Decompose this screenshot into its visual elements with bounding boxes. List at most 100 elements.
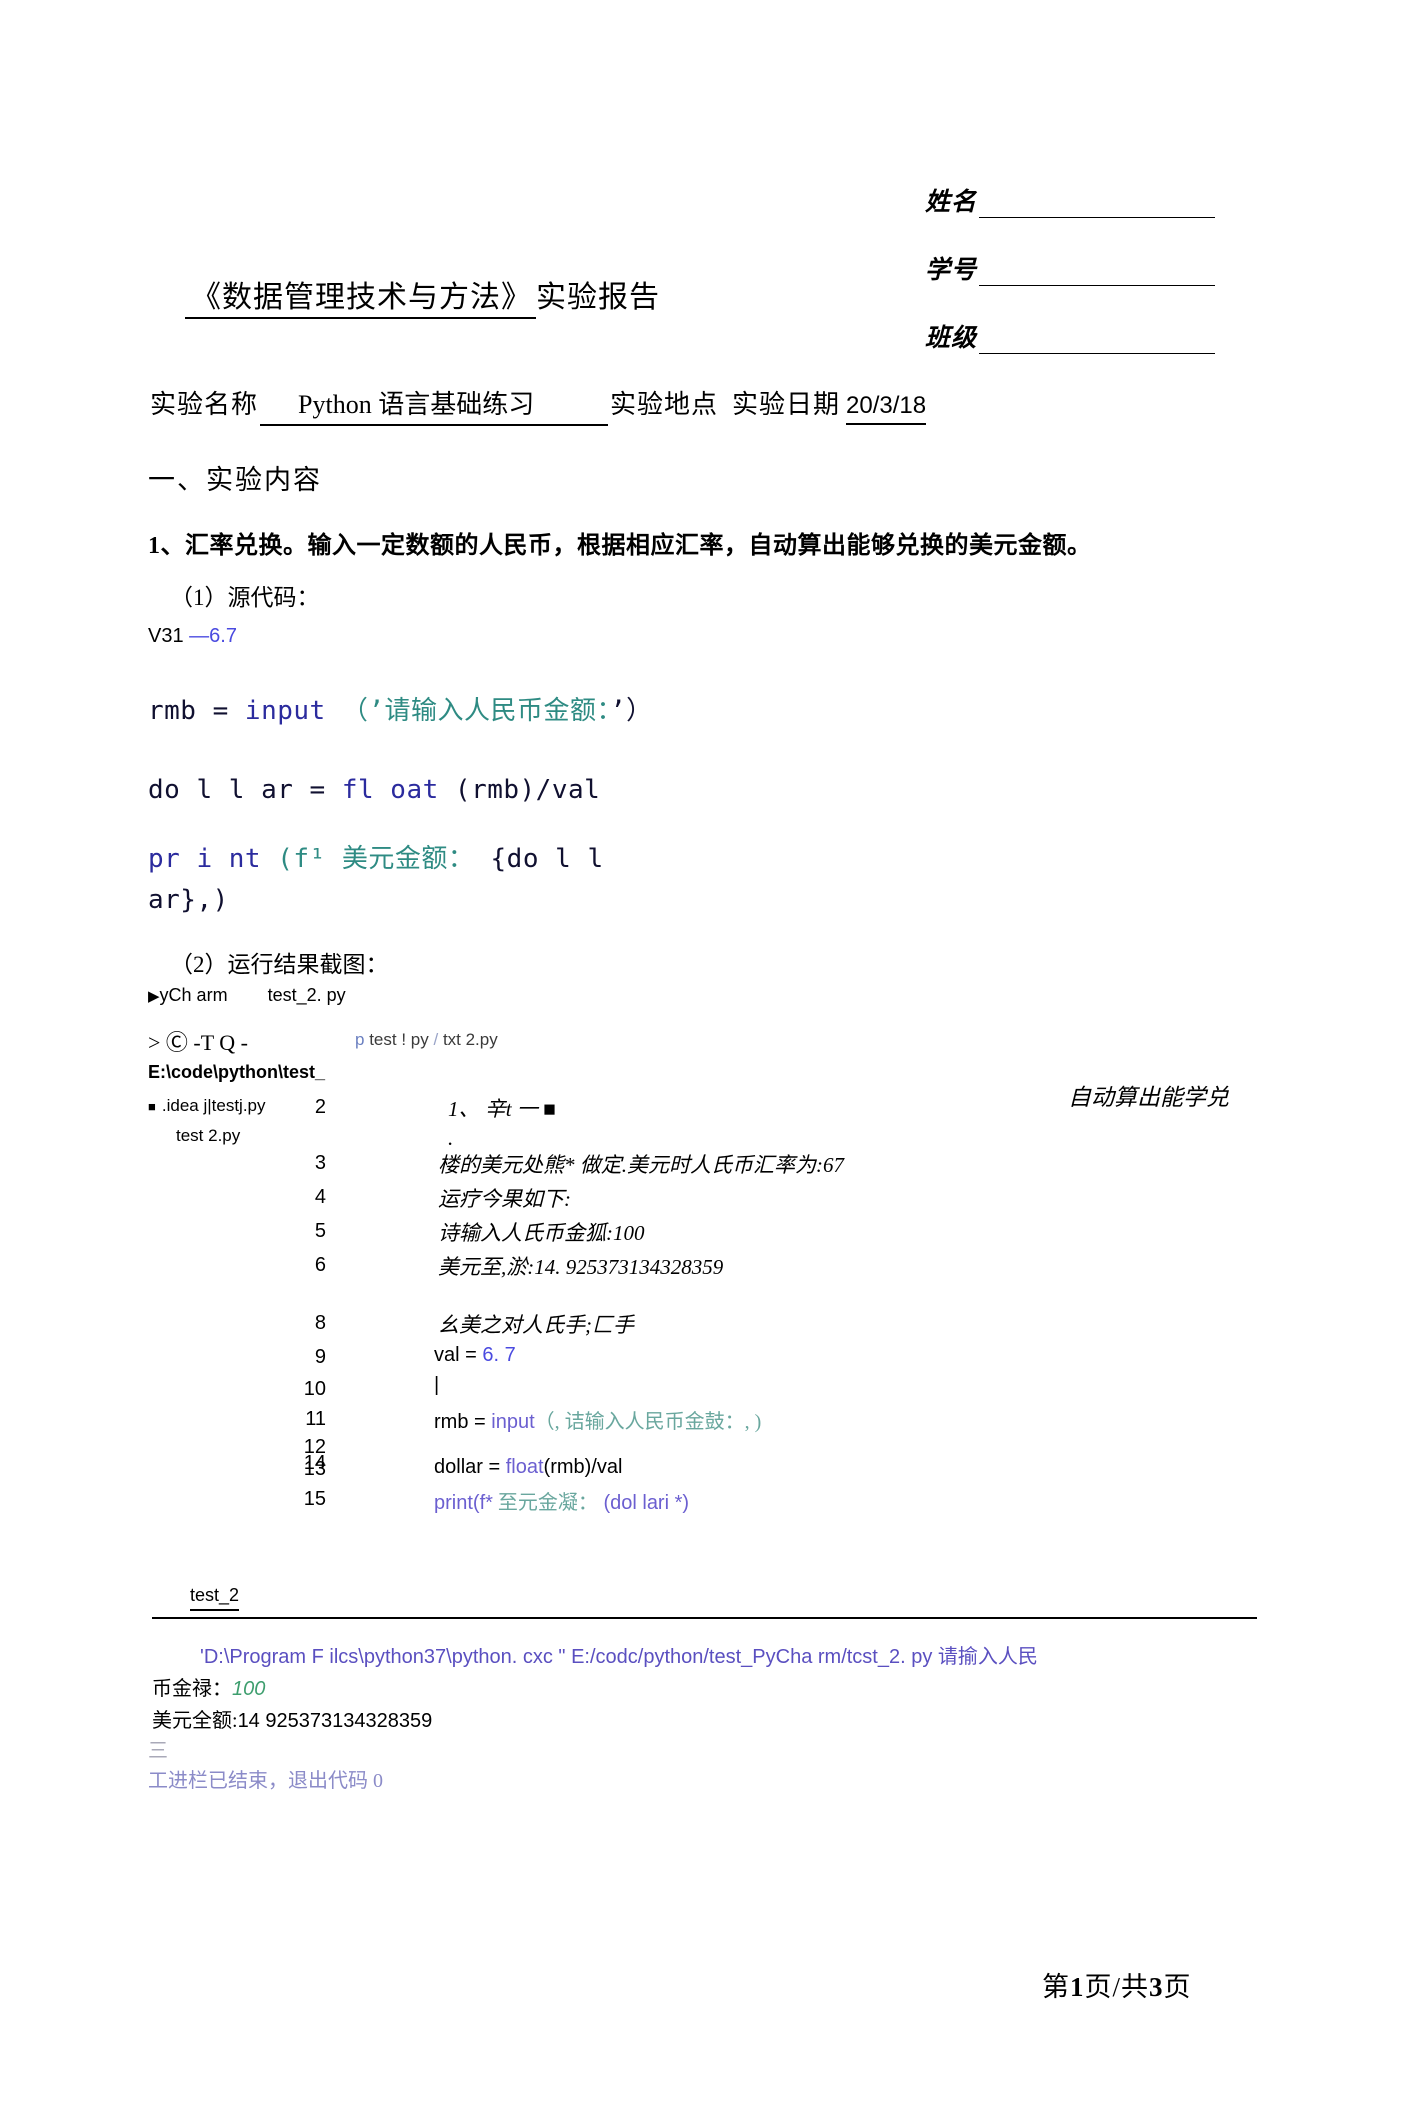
experiment-name-value[interactable]: Python 语言基础练习 (260, 384, 609, 426)
editor-line-number: 8 (314, 1312, 326, 1334)
header-fields: 姓名 学号 班级 (925, 182, 1215, 386)
console-divider (152, 1617, 1257, 1619)
breadcrumb-mid: test ! py (369, 1030, 429, 1049)
editor-line-number: 13 (303, 1458, 326, 1480)
console-output-line: 美元全额:14 925373134328359 (152, 1704, 432, 1733)
editor-line-text: dollar = float(rmb)/val (434, 1456, 622, 1479)
editor-line-number: 5 (314, 1220, 326, 1242)
source-code-line-2-keyword: fl oat (341, 775, 439, 805)
editor-line-text: 楼的美元处熊* 做定.美元时人氏币汇率为:67 (438, 1153, 844, 1177)
source-code-line-3-e: {do l l (474, 844, 604, 874)
console-output-label: 美元全额: (152, 1710, 238, 1732)
header-field-studentid-blank[interactable] (979, 263, 1215, 286)
ide-tab-line: ▶yCh arm test_2. py (148, 985, 346, 1006)
header-field-name: 姓名 (925, 182, 1215, 218)
source-code-line-3-string: 美元金额： (341, 844, 475, 874)
console-command-line: 'D:\Program F ilcs\python37\python. cxc … (200, 1640, 1038, 1669)
editor-line-number: 11 (305, 1408, 326, 1430)
experiment-date-value[interactable]: 20/3/18 (846, 392, 927, 425)
source-v31-value: —6.7 (189, 625, 237, 647)
source-code-line-3-cont-text: ar},) (148, 885, 229, 915)
header-field-name-blank[interactable] (979, 195, 1215, 218)
breadcrumb-separator: / (433, 1030, 439, 1049)
source-code-line-1: rmb = input （’请输入人民币金额：’） (148, 690, 653, 727)
editor-line-text: print(f* 至元金凝： (dol lari *) (434, 1486, 689, 1515)
source-code-line-1-c: （’ (325, 696, 385, 726)
console-input-label: 币金禄： (152, 1678, 232, 1700)
editor-float-keyword: float (505, 1456, 544, 1478)
editor-caret: | (434, 1374, 440, 1396)
editor-line-number: 4 (314, 1186, 326, 1208)
play-arrow-icon[interactable]: ▶ (148, 988, 160, 1005)
source-code-line-3-keyword: pr i nt (148, 844, 262, 874)
header-field-class-label: 班级 (925, 325, 978, 352)
task-item-1-sub-screenshot: （2）运行结果截图： (170, 952, 389, 977)
experiment-meta-line: 实验名称 Python 语言基础练习 实验地点 实验日期 20/3/18 (150, 384, 927, 426)
console-input-value: 100 (232, 1678, 266, 1700)
ide-tree-item-idea[interactable]: ■ .idea j|testj.py (148, 1096, 266, 1116)
editor-print-keyword: print(f* (434, 1492, 493, 1514)
footer-page-number: 1 (1070, 1972, 1085, 2002)
console-output-value: 14 925373134328359 (237, 1710, 433, 1732)
editor-dollar-assign: dollar = (434, 1456, 506, 1478)
ide-toolbar[interactable]: > Ⓒ -T Q - (148, 1025, 248, 1057)
footer-total-pages: 3 (1149, 1972, 1164, 2002)
page-title-underlined: 《数据管理技术与方法》 (185, 281, 536, 319)
editor-line-text: rmb = input（, 诘输入人民币金鼓：, ) (434, 1405, 761, 1434)
header-field-class: 班级 (925, 318, 1215, 354)
editor-line-number: 6 (314, 1254, 326, 1276)
editor-val-assign: val = (434, 1344, 483, 1366)
breadcrumb[interactable]: p test ! py / txt 2.py (355, 1030, 498, 1050)
editor-line-number: 10 (303, 1378, 326, 1400)
document-page: 姓名 学号 班级 《数据管理技术与方法》 实验报告 实验名称 Python 语言基… (0, 0, 1413, 2112)
editor-line-number: 2 (314, 1096, 326, 1118)
source-code-line-1-e: ’） (610, 696, 653, 726)
header-field-studentid: 学号 (925, 250, 1215, 286)
header-field-name-label: 姓名 (925, 189, 978, 216)
source-v31-prefix: V31 (148, 625, 190, 647)
page-title-rest: 实验报告 (536, 281, 660, 314)
margin-annotation: 自动算出能学兑 (1068, 1085, 1229, 1110)
console-command-prompt: 请揄入人民 (937, 1646, 1038, 1668)
ide-tree-item-test2[interactable]: test 2.py (176, 1126, 240, 1146)
editor-line-text: 1、 辛t 一 ■ (448, 1097, 556, 1121)
editor-line-number: 3 (314, 1152, 326, 1174)
ide-app-name: yCh arm (159, 985, 228, 1005)
header-field-studentid-label: 学号 (925, 257, 978, 284)
editor-input-string: （, 诘输入人民币金鼓：, ) (534, 1411, 762, 1433)
source-v31-line: V31 —6.7 (148, 625, 237, 648)
experiment-date-label: 实验日期 (732, 390, 841, 419)
editor-float-rest: (rmb)/val (543, 1456, 623, 1478)
ide-project-path: E:\code\python\test_ (148, 1062, 326, 1082)
ide-open-file-tab[interactable]: test_2. py (268, 985, 346, 1005)
console-tab[interactable]: test_2 (190, 1585, 240, 1611)
source-code-line-2: do l l ar = fl oat (rmb)/val (148, 775, 600, 805)
editor-line-number: 9 (314, 1346, 326, 1368)
source-code-line-3-cont: ar},) (148, 885, 229, 915)
editor-line-text: val = 6. 7 (434, 1344, 516, 1367)
editor-line-text: 诗输入人氏币金狐:100 (438, 1221, 645, 1245)
experiment-place-label: 实验地点 (610, 390, 719, 419)
experiment-name-label: 实验名称 (150, 390, 259, 419)
editor-line-number: 15 (303, 1488, 326, 1510)
editor-line-text: 幺美之对人氏手;匚手 (438, 1313, 634, 1337)
task-item-1-sub-source: （1）源代码： (170, 585, 320, 610)
footer-suffix: 页 (1163, 1972, 1192, 2002)
console-command-text: 'D:\Program F ilcs\python37\python. cxc … (200, 1646, 938, 1668)
footer-prefix: 第 (1042, 1972, 1070, 2002)
source-code-line-3: pr i nt (f¹ 美元金额： {do l l (148, 838, 604, 875)
console-stray-mark: 三 (148, 1740, 168, 1762)
header-field-class-blank[interactable] (979, 331, 1215, 354)
breadcrumb-last: txt 2.py (442, 1030, 498, 1049)
console-exit-line: 工进栏已结束，退出代码 0 (148, 1770, 383, 1792)
editor-line-text: . (448, 1126, 454, 1150)
source-code-line-2-c: (rmb)/val (438, 775, 601, 805)
source-code-line-1-keyword: input (244, 696, 326, 726)
source-code-line-2-a: do l l ar = (148, 775, 342, 805)
page-footer: 第1页/共3页 (1042, 1965, 1192, 2004)
source-code-line-3-c: ¹ (309, 844, 342, 874)
editor-line-text: 美元至,淤:14. 925373134328359 (438, 1255, 724, 1279)
editor-input-keyword: input (491, 1411, 535, 1433)
section-heading-content: 一、实验内容 (148, 465, 322, 495)
editor-line-text: 运疗今果如下: (438, 1187, 571, 1211)
